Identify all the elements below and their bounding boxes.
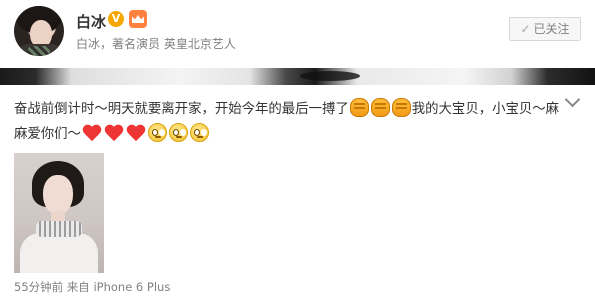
verified-v-icon[interactable]: V [108,11,124,27]
avatar[interactable] [14,6,64,56]
pleading-face-emoji [147,123,167,142]
verification-text: 白冰，著名演员 英皇北京艺人 [76,37,236,51]
fist-emoji [349,98,369,117]
following-button[interactable]: ✓ 已关注 [509,17,581,41]
source-prefix: 来自 [66,280,90,294]
chevron-down-icon[interactable] [564,91,581,108]
heart-emoji [104,124,124,142]
pleading-face-emoji [168,123,188,142]
post-text-part-1: 奋战前倒计时～明天就要离开家，开始今年的最后一搏了 [14,102,349,117]
post-meta: 55分钟前 来自 iPhone 6 Plus [14,279,170,295]
post-source[interactable]: iPhone 6 Plus [93,280,170,294]
fist-emoji [370,98,390,117]
post-text: 奋战前倒计时～明天就要离开家，开始今年的最后一搏了 我的大宝贝，小宝贝～麻麻爱你们… [14,97,562,147]
member-crown-icon[interactable] [129,10,147,28]
heart-emoji [82,124,102,142]
check-icon: ✓ [520,22,531,36]
following-button-label: 已关注 [533,22,570,36]
post-header: 白冰 V 白冰，著名演员 英皇北京艺人 ✓ 已关注 [0,0,595,68]
post-photo[interactable] [14,153,104,273]
user-name[interactable]: 白冰 [76,11,106,32]
pleading-face-emoji [189,123,209,142]
heart-emoji [126,124,146,142]
fist-emoji [391,98,411,117]
cover-banner [0,68,595,85]
post-time[interactable]: 55分钟前 [14,280,63,294]
